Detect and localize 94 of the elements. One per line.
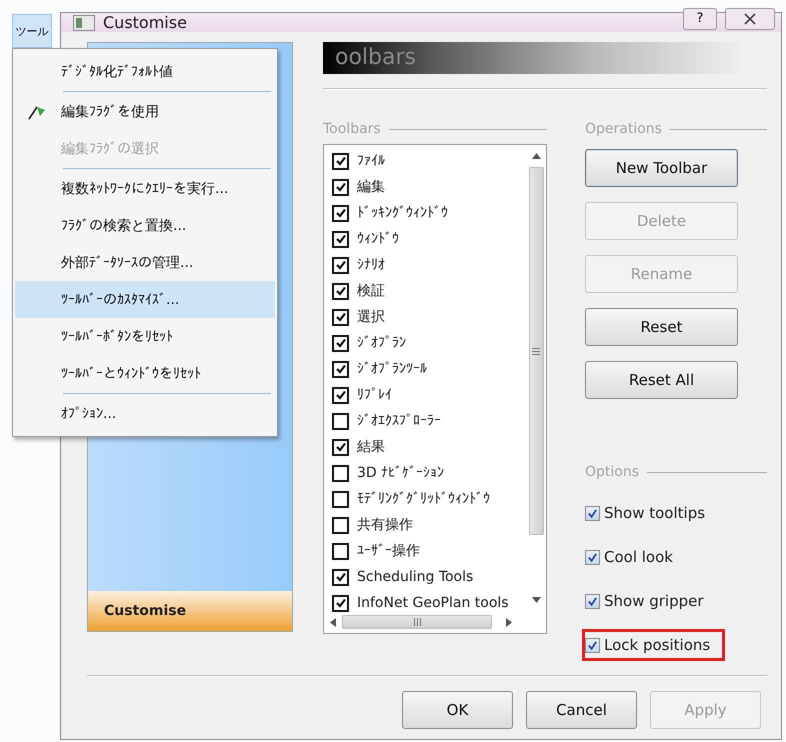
check-icon	[334, 363, 346, 375]
check-icon	[587, 640, 598, 650]
toolbar-name: ｳｨﾝﾄﾞｳ	[357, 231, 399, 247]
scroll-up-icon[interactable]	[532, 153, 540, 159]
toolbar-name: 共有操作	[357, 516, 413, 534]
toolbar-name: 編集	[357, 178, 385, 196]
sidebar-item[interactable]: Customise	[88, 591, 292, 631]
window-title: Customise	[103, 13, 187, 32]
scroll-thumb[interactable]	[528, 167, 544, 535]
option-label: Cool look	[604, 548, 673, 566]
checkbox[interactable]	[332, 282, 349, 300]
toolbar-name: ｼﾞｵﾌﾟﾗﾝ	[357, 335, 406, 351]
menu-item[interactable]: ｵﾌﾟｼｮﾝ...	[15, 395, 275, 432]
dialog-button[interactable]: OK	[402, 691, 513, 729]
toolbar-name: 結果	[357, 438, 385, 456]
check-icon	[334, 311, 346, 323]
checkbox[interactable]	[332, 464, 349, 482]
checkbox[interactable]	[585, 594, 600, 608]
toolbar-name: ｼﾅﾘｵ	[357, 257, 385, 273]
checkbox[interactable]	[332, 178, 349, 196]
toolbar-name: ﾕｰｻﾞｰ操作	[357, 542, 420, 560]
operation-button[interactable]: Reset	[585, 308, 738, 346]
menu-item[interactable]: ﾂｰﾙﾊﾞｰのｶｽﾀﾏｲｽﾞ...	[15, 281, 275, 318]
check-icon	[334, 233, 346, 245]
close-button[interactable]	[725, 8, 775, 30]
option-label: Lock positions	[604, 636, 710, 654]
checkbox[interactable]	[332, 568, 349, 586]
close-icon	[744, 12, 756, 24]
check-icon	[334, 389, 346, 401]
checkbox[interactable]	[332, 438, 349, 456]
checkbox[interactable]	[332, 360, 349, 378]
checkbox[interactable]	[332, 542, 349, 560]
check-icon	[587, 508, 598, 518]
scroll-thumb[interactable]	[342, 615, 492, 629]
checkbox[interactable]	[332, 516, 349, 534]
checkbox[interactable]	[332, 594, 349, 612]
flag-icon	[28, 104, 48, 120]
help-button[interactable]: ?	[683, 8, 717, 30]
checkbox[interactable]	[332, 386, 349, 404]
checkbox[interactable]	[332, 334, 349, 352]
toolbar-name: ﾘﾌﾟﾚｲ	[357, 387, 392, 403]
check-icon	[334, 181, 346, 193]
toolbar-name: Scheduling Tools	[357, 569, 474, 585]
operation-button[interactable]: Reset All	[585, 361, 738, 399]
menu-item[interactable]: ﾌﾗｸﾞの検索と置換...	[15, 207, 275, 244]
scroll-right-icon[interactable]	[506, 618, 512, 626]
menu-item[interactable]: 複数ﾈｯﾄﾜｰｸにｸｴﾘｰを実行...	[15, 170, 275, 207]
check-icon	[334, 337, 346, 349]
scroll-left-icon[interactable]	[330, 618, 336, 626]
option-label: Show tooltips	[604, 504, 706, 522]
checkbox[interactable]	[332, 204, 349, 222]
toolbar-name: ﾄﾞｯｷﾝｸﾞｳｨﾝﾄﾞｳ	[357, 205, 448, 221]
menu-item[interactable]: 編集ﾌﾗｸﾞを使用	[15, 93, 275, 130]
operation-button[interactable]: New Toolbar	[585, 149, 738, 187]
toolbar-name: 選択	[357, 308, 385, 326]
toolbar-name: ｼﾞｵｴｸｽﾌﾟﾛｰﾗｰ	[357, 413, 441, 429]
toolbar-name: 検証	[357, 282, 385, 300]
toolbar-name: 3D ﾅﾋﾞｹﾞｰｼｮﾝ	[357, 465, 444, 481]
checkbox[interactable]	[332, 152, 349, 170]
checkbox[interactable]	[332, 490, 349, 508]
check-icon	[334, 571, 346, 583]
window-icon	[73, 14, 95, 30]
check-icon	[334, 207, 346, 219]
checkbox[interactable]	[585, 550, 600, 564]
menu-button[interactable]: ツール	[12, 14, 52, 48]
checkbox[interactable]	[332, 256, 349, 274]
check-icon	[587, 552, 598, 562]
menu-item[interactable]: 外部ﾃﾞｰﾀｿｰｽの管理...	[15, 244, 275, 281]
check-icon	[587, 596, 598, 606]
group-label: Operations	[585, 121, 662, 137]
dialog-button[interactable]: Cancel	[526, 691, 637, 729]
check-icon	[334, 597, 346, 609]
menu-item[interactable]: ﾃﾞｼﾞﾀﾙ化ﾃﾞﾌｫﾙﾄ値	[15, 53, 275, 90]
option-label: Show gripper	[604, 592, 704, 610]
menu-item[interactable]: ﾂｰﾙﾊﾞｰﾎﾞﾀﾝをﾘｾｯﾄ	[15, 318, 275, 355]
group-label: Toolbars	[323, 121, 381, 137]
checkbox[interactable]	[585, 506, 600, 520]
toolbar-name: ﾌｧｲﾙ	[357, 153, 385, 169]
toolbar-name: InfoNet GeoPlan tools	[357, 595, 509, 611]
toolbar-name: ｼﾞｵﾌﾟﾗﾝﾂｰﾙ	[357, 361, 427, 377]
check-icon	[334, 155, 346, 167]
toolbar-name: ﾓﾃﾞﾘﾝｸﾞｸﾞﾘｯﾄﾞｳｨﾝﾄﾞｳ	[357, 491, 490, 507]
menu-item[interactable]: ﾂｰﾙﾊﾞｰとｳｨﾝﾄﾞｳをﾘｾｯﾄ	[15, 355, 275, 392]
checkbox[interactable]	[332, 308, 349, 326]
grip-icon	[532, 348, 540, 354]
group-label: Options	[585, 464, 640, 480]
grip-icon	[414, 618, 420, 626]
checkbox[interactable]	[332, 412, 349, 430]
scroll-down-icon[interactable]	[532, 597, 540, 603]
check-icon	[334, 285, 346, 297]
check-icon	[334, 259, 346, 271]
checkbox[interactable]	[585, 638, 600, 652]
checkbox[interactable]	[332, 230, 349, 248]
check-icon	[334, 441, 346, 453]
